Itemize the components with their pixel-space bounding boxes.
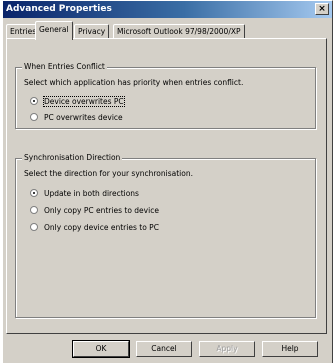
radio-selected-icon[interactable]: [30, 189, 38, 197]
title-bar[interactable]: Advanced Properties ×: [3, 1, 332, 18]
sync-group-title: Synchronisation Direction: [22, 153, 123, 162]
sync-direction-group: Synchronisation Direction Select the dir…: [15, 153, 316, 318]
advanced-properties-dialog: Advanced Properties × Entries General Pr…: [2, 0, 333, 363]
conflict-group: When Entries Conflict Select which appli…: [15, 62, 316, 129]
conflict-group-title: When Entries Conflict: [22, 62, 107, 71]
general-tab-panel: When Entries Conflict Select which appli…: [6, 38, 327, 334]
cancel-button[interactable]: Cancel: [136, 341, 192, 357]
radio-update-both-directions[interactable]: Update in both directions: [30, 187, 139, 199]
radio-device-overwrites-pc[interactable]: Device overwrites PC: [30, 95, 125, 107]
cancel-label: Cancel: [151, 344, 177, 353]
tab-microsoft-outlook[interactable]: Microsoft Outlook 97/98/2000/XP: [113, 24, 245, 38]
tab-label: Microsoft Outlook 97/98/2000/XP: [117, 27, 241, 36]
ok-label: OK: [95, 344, 107, 353]
radio-pc-overwrites-device[interactable]: PC overwrites device: [30, 111, 123, 123]
tab-general[interactable]: General: [35, 21, 73, 40]
radio-label: Only copy PC entries to device: [44, 205, 159, 215]
tab-label: General: [39, 25, 69, 34]
radio-unselected-icon[interactable]: [30, 223, 38, 231]
tab-privacy[interactable]: Privacy: [74, 24, 110, 38]
radio-label: PC overwrites device: [44, 112, 123, 122]
radio-selected-icon[interactable]: [30, 97, 38, 105]
radio-label: Only copy device entries to PC: [44, 222, 159, 232]
conflict-description: Select which application has priority wh…: [24, 78, 244, 87]
apply-label: Apply: [216, 344, 238, 353]
close-button[interactable]: ×: [315, 3, 329, 15]
radio-copy-device-to-pc[interactable]: Only copy device entries to PC: [30, 221, 159, 233]
radio-unselected-icon[interactable]: [30, 206, 38, 214]
radio-copy-pc-to-device[interactable]: Only copy PC entries to device: [30, 204, 159, 216]
apply-button[interactable]: Apply: [199, 341, 255, 357]
dialog-button-bar: OK Cancel Apply Help: [3, 340, 332, 361]
radio-label: Update in both directions: [44, 188, 139, 198]
tab-strip: Entries General Privacy Microsoft Outloo…: [6, 21, 326, 40]
tab-label: Entries: [10, 27, 37, 36]
tab-label: Privacy: [78, 27, 106, 36]
sync-description: Select the direction for your synchronis…: [24, 169, 193, 178]
help-button[interactable]: Help: [262, 341, 318, 357]
radio-label: Device overwrites PC: [43, 95, 125, 107]
close-icon: ×: [318, 4, 326, 14]
ok-button[interactable]: OK: [72, 340, 130, 358]
help-label: Help: [281, 344, 299, 353]
window-title: Advanced Properties: [6, 4, 112, 14]
radio-unselected-icon[interactable]: [30, 113, 38, 121]
